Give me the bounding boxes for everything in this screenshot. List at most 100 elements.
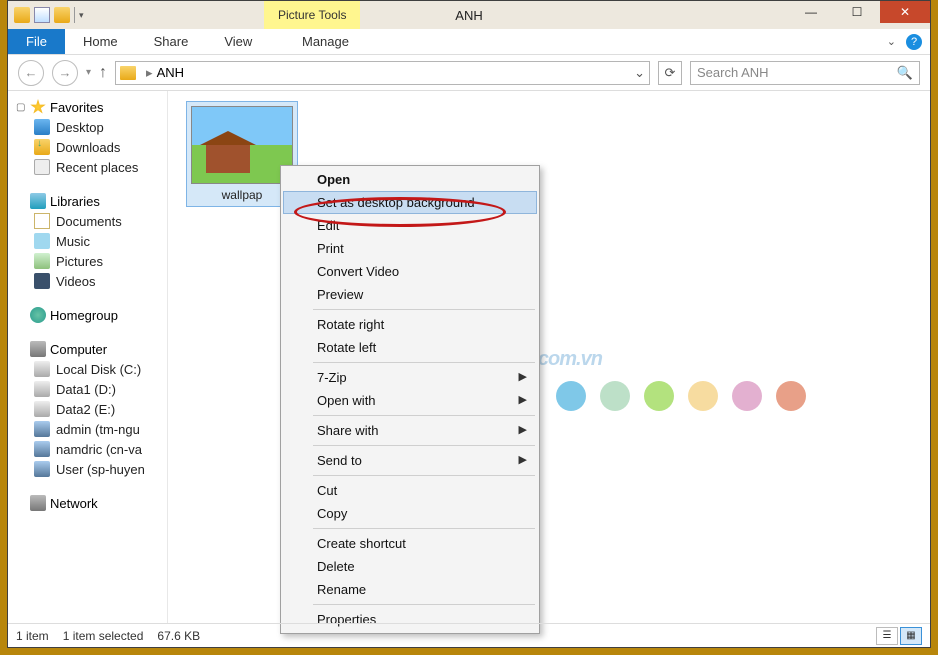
breadcrumb-folder[interactable]: ANH [157,65,184,80]
quick-access: ▾ [8,7,90,23]
menu-7zip[interactable]: 7-Zip▶ [283,366,537,389]
forward-button[interactable]: → [52,60,78,86]
libraries-header[interactable]: Libraries [12,191,167,211]
menu-print[interactable]: Print [283,237,537,260]
menu-copy[interactable]: Copy [283,502,537,525]
sidebar-item-downloads[interactable]: Downloads [12,137,167,157]
sidebar-item-namdric[interactable]: namdric (cn-va [12,439,167,459]
downloads-icon [34,139,50,155]
computer-icon [30,341,46,357]
close-button[interactable]: ✕ [880,1,930,23]
home-tab[interactable]: Home [65,34,136,49]
status-size: 67.6 KB [157,629,200,643]
address-dropdown[interactable]: ⌄ [634,65,645,81]
network-label: Network [50,496,98,511]
status-bar: 1 item 1 item selected 67.6 KB ☰ ▦ [8,623,930,647]
network-icon [30,495,46,511]
folder-icon [14,7,30,23]
search-placeholder: Search ANH [697,65,769,80]
ribbon-expand-icon[interactable]: ⌄ [887,35,896,48]
menu-open-with[interactable]: Open with▶ [283,389,537,412]
folder-icon [120,66,136,80]
menu-open[interactable]: Open [283,168,537,191]
submenu-arrow-icon: ▶ [519,423,527,436]
view-thumbnails-button[interactable]: ▦ [900,627,922,645]
explorer-window: ▾ Picture Tools ANH — ☐ ✕ File Home Shar… [7,0,931,648]
submenu-arrow-icon: ▶ [519,370,527,383]
music-icon [34,233,50,249]
sidebar-item-documents[interactable]: Documents [12,211,167,231]
back-button[interactable]: ← [18,60,44,86]
menu-edit[interactable]: Edit [283,214,537,237]
qat-overflow[interactable]: ▾ [79,10,84,21]
window-title: ANH [455,8,482,23]
star-icon [30,99,46,115]
videos-icon [34,273,50,289]
computer-header[interactable]: Computer [12,339,167,359]
sidebar-item-videos[interactable]: Videos [12,271,167,291]
address-bar[interactable]: ▸ ANH ⌄ [115,61,650,85]
watermark-dots [556,381,806,411]
recent-icon [34,159,50,175]
menu-set-desktop-background[interactable]: Set as desktop background [283,191,537,214]
menu-send-to[interactable]: Send to▶ [283,449,537,472]
help-button[interactable]: ? [906,34,922,50]
sidebar-item-admin[interactable]: admin (tm-ngu [12,419,167,439]
menu-rename[interactable]: Rename [283,578,537,601]
pictures-icon [34,253,50,269]
menu-create-shortcut[interactable]: Create shortcut [283,532,537,555]
thumbnail-image [191,106,293,184]
window-controls: — ☐ ✕ [788,1,930,23]
libraries-label: Libraries [50,194,100,209]
context-menu: Open Set as desktop background Edit Prin… [280,165,540,634]
menu-preview[interactable]: Preview [283,283,537,306]
netdrive-icon [34,461,50,477]
up-button[interactable]: ↑ [99,64,107,82]
view-details-button[interactable]: ☰ [876,627,898,645]
manage-tab[interactable]: Manage [284,34,367,49]
maximize-button[interactable]: ☐ [834,1,880,23]
sidebar-item-music[interactable]: Music [12,231,167,251]
search-icon: 🔍 [897,65,913,81]
sidebar-item-pictures[interactable]: Pictures [12,251,167,271]
folder-small-icon [54,7,70,23]
sidebar-item-d[interactable]: Data1 (D:) [12,379,167,399]
favorites-header[interactable]: ▢Favorites [12,97,167,117]
disk-icon [34,401,50,417]
menu-share-with[interactable]: Share with▶ [283,419,537,442]
menu-delete[interactable]: Delete [283,555,537,578]
minimize-button[interactable]: — [788,1,834,23]
submenu-arrow-icon: ▶ [519,453,527,466]
refresh-button[interactable]: ⟳ [658,61,682,85]
disk-icon [34,361,50,377]
menu-cut[interactable]: Cut [283,479,537,502]
network-header[interactable]: Network [12,493,167,513]
titlebar: ▾ Picture Tools ANH — ☐ ✕ [8,1,930,29]
ribbon: File Home Share View Manage ⌄ ? [8,29,930,55]
computer-label: Computer [50,342,107,357]
file-name: wallpap [191,188,293,202]
history-dropdown[interactable]: ▾ [86,67,91,78]
menu-rotate-left[interactable]: Rotate left [283,336,537,359]
view-tab[interactable]: View [206,34,270,49]
sidebar-item-recent[interactable]: Recent places [12,157,167,177]
libraries-icon [30,193,46,209]
sidebar-item-e[interactable]: Data2 (E:) [12,399,167,419]
separator [74,7,75,23]
menu-convert-video[interactable]: Convert Video [283,260,537,283]
share-tab[interactable]: Share [136,34,207,49]
sidebar-item-c[interactable]: Local Disk (C:) [12,359,167,379]
sidebar-item-user[interactable]: User (sp-huyen [12,459,167,479]
disk-icon [34,381,50,397]
desktop-icon [34,119,50,135]
nav-pane: ▢Favorites Desktop Downloads Recent plac… [8,91,168,623]
contextual-tab-picture-tools[interactable]: Picture Tools [264,1,360,29]
submenu-arrow-icon: ▶ [519,393,527,406]
breadcrumb-sep: ▸ [142,65,157,81]
sidebar-item-desktop[interactable]: Desktop [12,117,167,137]
documents-icon [34,213,50,229]
menu-rotate-right[interactable]: Rotate right [283,313,537,336]
homegroup-header[interactable]: Homegroup [12,305,167,325]
file-tab[interactable]: File [8,29,65,54]
search-input[interactable]: Search ANH 🔍 [690,61,920,85]
